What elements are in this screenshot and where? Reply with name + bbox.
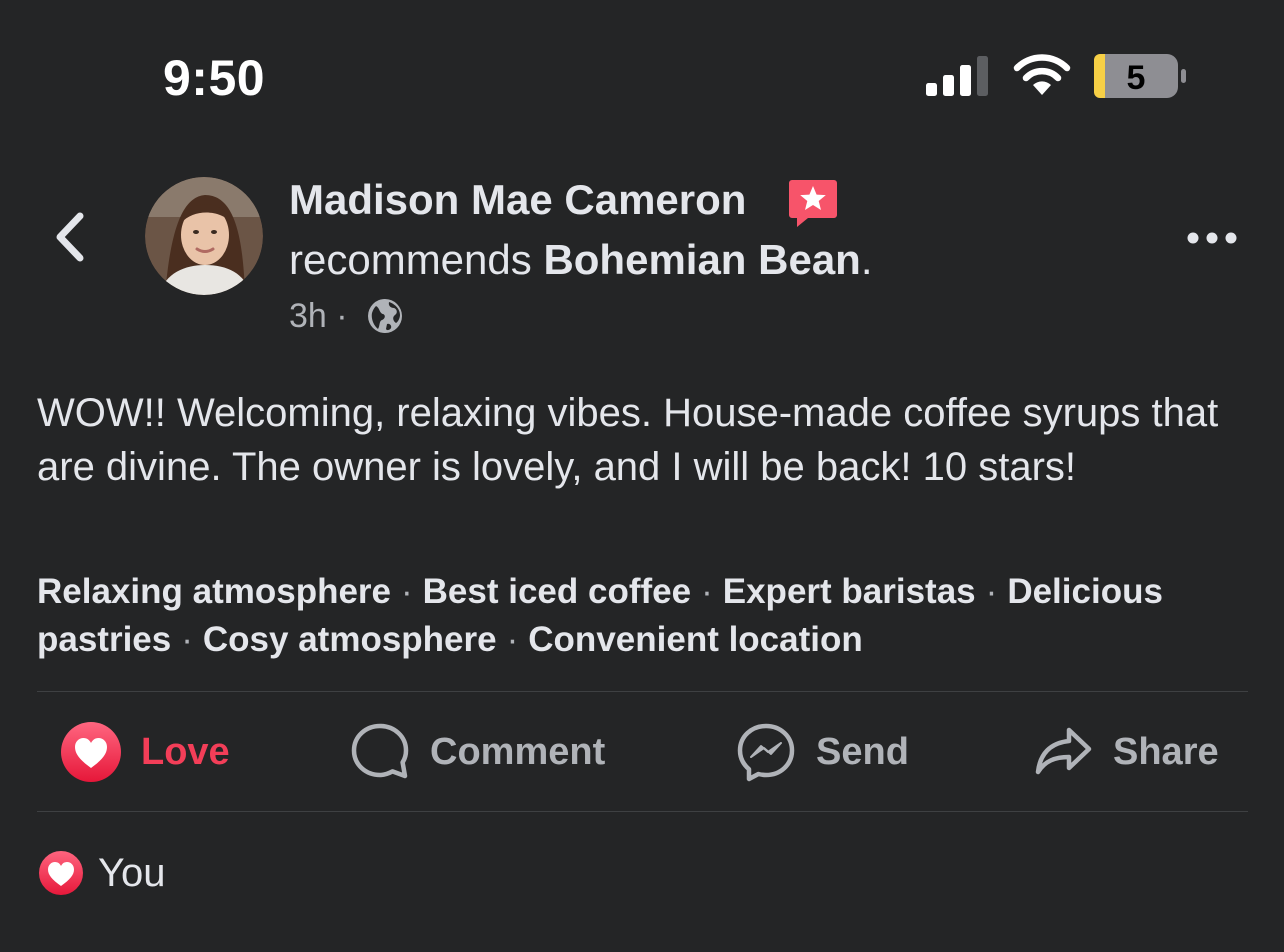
- place-name-link[interactable]: Bohemian Bean: [543, 236, 860, 283]
- recommendation-period: .: [860, 236, 873, 283]
- avatar[interactable]: [145, 177, 263, 295]
- tag-separator: ·: [181, 620, 193, 659]
- post-text: WOW!! Welcoming, relaxing vibes. House-m…: [37, 391, 1219, 489]
- tag-separator: ·: [401, 572, 413, 611]
- tag: Best iced coffee: [422, 572, 692, 611]
- recommends-text: recommends: [289, 236, 532, 283]
- comment-button[interactable]: Comment: [350, 716, 605, 788]
- reactions-summary[interactable]: You: [98, 848, 166, 898]
- tag: Convenient location: [528, 620, 863, 659]
- love-reaction-icon[interactable]: [37, 849, 85, 897]
- share-button[interactable]: Share: [1033, 716, 1219, 788]
- messenger-icon: [737, 723, 795, 782]
- recommendation-line: recommends Bohemian Bean.: [289, 234, 873, 286]
- comment-bubble-icon: [351, 723, 409, 779]
- wifi-icon: [1013, 54, 1071, 95]
- recommendation-tags: Relaxing atmosphere · Best iced coffee · Exp…: [37, 568, 1252, 664]
- battery-icon: 5: [1094, 54, 1186, 98]
- cellular-signal-icon: [926, 56, 988, 96]
- love-label: Love: [141, 730, 230, 773]
- divider: [37, 691, 1248, 692]
- recommendation-star-icon: [789, 180, 837, 227]
- post-time[interactable]: 3h: [289, 297, 327, 335]
- status-time: 9:50: [163, 50, 266, 106]
- tag-separator: ·: [506, 620, 519, 659]
- more-horizontal-icon[interactable]: [1186, 228, 1238, 248]
- post-meta: 3h ·: [289, 295, 348, 337]
- share-label: Share: [1113, 730, 1219, 773]
- tag: Relaxing atmosphere: [37, 572, 391, 611]
- globe-icon[interactable]: [367, 298, 403, 334]
- love-button[interactable]: Love: [61, 716, 230, 788]
- send-label: Send: [816, 730, 909, 773]
- tag-separator: ·: [701, 572, 713, 611]
- love-reaction-icon: [61, 722, 121, 782]
- meta-separator: ·: [336, 297, 348, 335]
- share-arrow-icon: [1035, 727, 1092, 775]
- battery-level: 5: [1127, 59, 1146, 97]
- comment-label: Comment: [430, 730, 606, 773]
- tag: Expert baristas: [722, 572, 976, 611]
- author-name[interactable]: Madison Mae Cameron: [289, 175, 746, 225]
- divider: [37, 811, 1248, 812]
- tag: Cosy atmosphere: [202, 620, 497, 659]
- tag-separator: ·: [985, 572, 998, 611]
- send-button[interactable]: Send: [736, 716, 909, 788]
- chevron-left-icon[interactable]: [50, 208, 90, 266]
